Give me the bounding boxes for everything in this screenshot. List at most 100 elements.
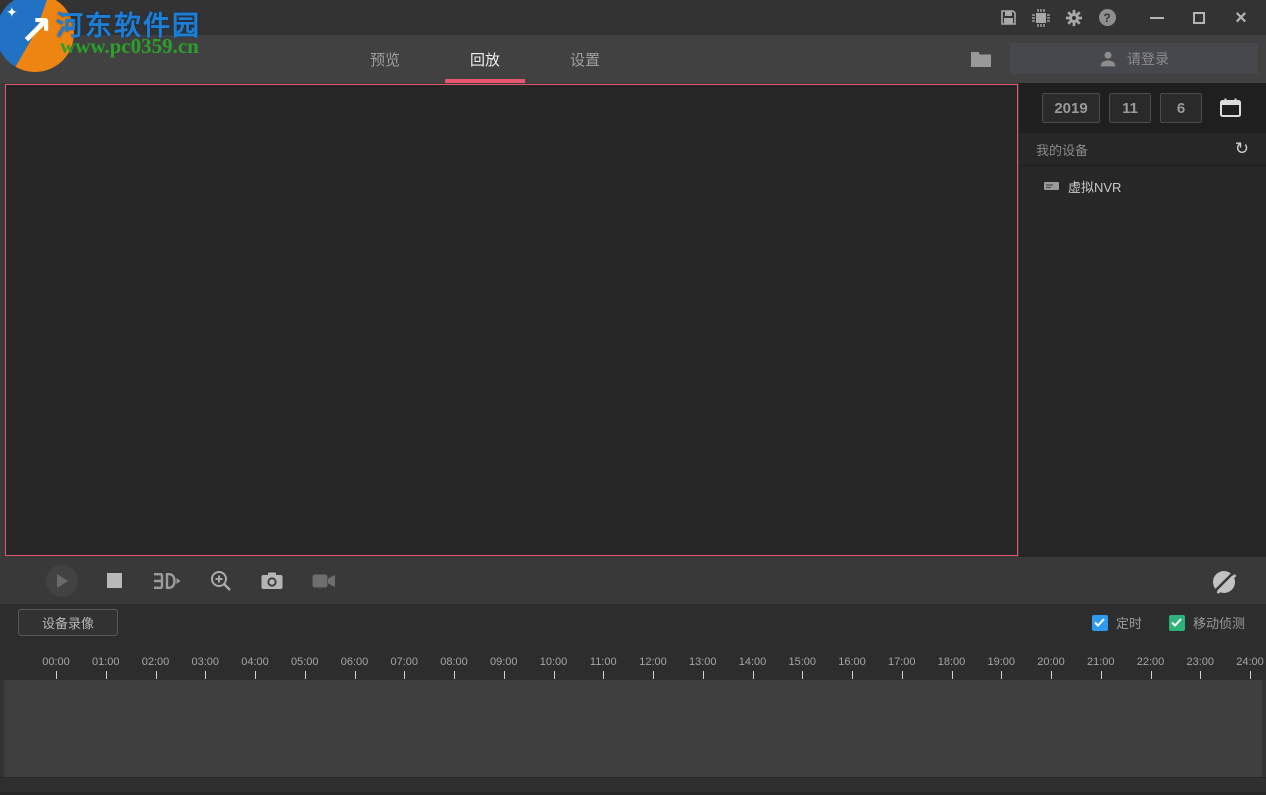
- help-icon[interactable]: ?: [1098, 9, 1116, 27]
- timeline-label: 06:00: [340, 656, 369, 668]
- timeline-label: 00:00: [42, 656, 70, 668]
- device-record-button[interactable]: 设备录像: [18, 609, 118, 636]
- timeline-ticks: [0, 671, 1266, 680]
- timeline-tick: [105, 671, 107, 679]
- timeline-label: 21:00: [1086, 656, 1115, 668]
- folder-icon[interactable]: [970, 49, 992, 69]
- timeline-tick: [1250, 671, 1251, 679]
- zoom-in-button[interactable]: [210, 570, 232, 592]
- video-wrap: [0, 83, 1019, 557]
- timeline-tick: [653, 671, 654, 679]
- close-button[interactable]: ×: [1232, 6, 1250, 29]
- timeline-tick: [1150, 671, 1152, 679]
- zoom-in-icon: [211, 570, 231, 591]
- minimize-button[interactable]: [1148, 9, 1166, 27]
- timeline-label: 03:00: [191, 656, 220, 668]
- stop-icon: [107, 573, 122, 588]
- timeline-label: 05:00: [290, 656, 319, 668]
- timeline-label: 18:00: [937, 656, 966, 668]
- tab-preview-label: 预览: [369, 51, 400, 69]
- refresh-icon[interactable]: ↻: [1235, 139, 1249, 159]
- video-camera-icon: [312, 574, 335, 587]
- timeline-tick: [752, 671, 754, 679]
- device-item-virtual-nvr[interactable]: 虚拟NVR: [1019, 166, 1266, 206]
- filter-scheduled[interactable]: 定时: [1091, 613, 1142, 632]
- timeline-label: 11:00: [589, 656, 617, 668]
- player-controlbar: [0, 557, 1266, 604]
- calendar-icon[interactable]: [1219, 97, 1242, 119]
- tab-preview[interactable]: 预览: [345, 35, 425, 83]
- timeline-tick: [404, 671, 406, 679]
- timeline-tick: [1051, 671, 1052, 679]
- timeline-label: 20:00: [1037, 656, 1065, 668]
- timeline-tick: [1200, 671, 1202, 679]
- record-button[interactable]: [312, 573, 336, 589]
- timeline-tick: [205, 671, 207, 679]
- timeline-label: 08:00: [440, 656, 468, 668]
- timeline-tick: [354, 671, 356, 679]
- save-list-icon[interactable]: [999, 9, 1017, 27]
- date-month-field[interactable]: 11: [1109, 93, 1151, 123]
- timeline-label: 22:00: [1136, 656, 1165, 668]
- timeline-label: 04:00: [241, 656, 269, 668]
- timeline-tick: [951, 671, 953, 679]
- login-button[interactable]: 请登录: [1010, 43, 1258, 74]
- tab-settings-label: 设置: [569, 51, 600, 69]
- timeline-tick: [454, 671, 455, 679]
- bottom-bar: 设备录像 定时 移动侦测: [0, 604, 1266, 641]
- settings-gear-icon[interactable]: [1065, 9, 1083, 27]
- filter-motion-detect[interactable]: 移动侦测: [1168, 613, 1245, 632]
- tab-playback-label: 回放: [469, 51, 500, 69]
- timeline-tick: [901, 671, 903, 679]
- maximize-button[interactable]: [1190, 9, 1208, 27]
- filter-scheduled-label: 定时: [1115, 616, 1142, 631]
- help-glyph: ?: [1098, 9, 1116, 26]
- tab-settings[interactable]: 设置: [545, 35, 625, 83]
- timeline-label: 09:00: [489, 656, 518, 668]
- frame-step-icon: [154, 572, 181, 589]
- timeline-label: 01:00: [91, 656, 120, 668]
- frame-step-button[interactable]: [151, 571, 181, 591]
- timeline-tick: [155, 671, 157, 679]
- camera-icon: [261, 572, 283, 589]
- timeline-label: 12:00: [639, 656, 667, 668]
- timeline-label: 17:00: [887, 656, 916, 668]
- timeline-label: 16:00: [838, 656, 866, 668]
- checkbox-motion-detect[interactable]: [1168, 614, 1185, 631]
- login-label: 请登录: [1127, 50, 1169, 67]
- timeline-tick: [852, 671, 853, 679]
- tab-playback[interactable]: 回放: [445, 35, 525, 83]
- timeline-label: 07:00: [390, 656, 419, 668]
- play-icon: [46, 564, 78, 597]
- play-button[interactable]: [46, 564, 78, 597]
- tabbar: 预览 回放 设置 请登录: [0, 35, 1266, 83]
- timeline-label: 10:00: [539, 656, 568, 668]
- date-year-field[interactable]: 2019: [1042, 93, 1100, 123]
- device-chip-icon[interactable]: [1032, 8, 1050, 27]
- timeline-label: 19:00: [987, 656, 1016, 668]
- timeline-label: 02:00: [141, 656, 170, 668]
- snapshot-button[interactable]: [261, 572, 283, 590]
- timeline-tick: [553, 671, 555, 679]
- video-canvas[interactable]: [5, 84, 1018, 556]
- stop-button[interactable]: [107, 573, 122, 588]
- timeline-label: 24:00: [1236, 656, 1264, 668]
- main-area: 2019 11 6 我的设备 ↻ 虚拟NVR: [0, 83, 1266, 557]
- audio-mute-button[interactable]: [1208, 565, 1240, 597]
- record-type-filters: 定时 移动侦测: [1091, 613, 1245, 632]
- close-icon: ×: [1235, 6, 1247, 29]
- timeline-tick: [503, 671, 505, 679]
- sound-off-icon: [1213, 571, 1237, 594]
- nvr-device-icon: [1044, 182, 1059, 190]
- date-day-field[interactable]: 6: [1160, 93, 1202, 123]
- checkbox-scheduled[interactable]: [1091, 614, 1108, 631]
- timeline-track[interactable]: [4, 680, 1262, 777]
- timeline-tick: [304, 671, 306, 679]
- device-group-header: 我的设备 ↻: [1019, 133, 1266, 166]
- device-item-label: 虚拟NVR: [1068, 179, 1122, 195]
- filter-motion-detect-label: 移动侦测: [1192, 616, 1245, 631]
- timeline-label: 13:00: [688, 656, 717, 668]
- timeline-labels: 00:00 01:00 02:00 03:00 04:00 05:00 06:00 07:00…: [0, 641, 1266, 671]
- timeline-tick: [1001, 671, 1003, 679]
- timeline-tick: [56, 671, 57, 679]
